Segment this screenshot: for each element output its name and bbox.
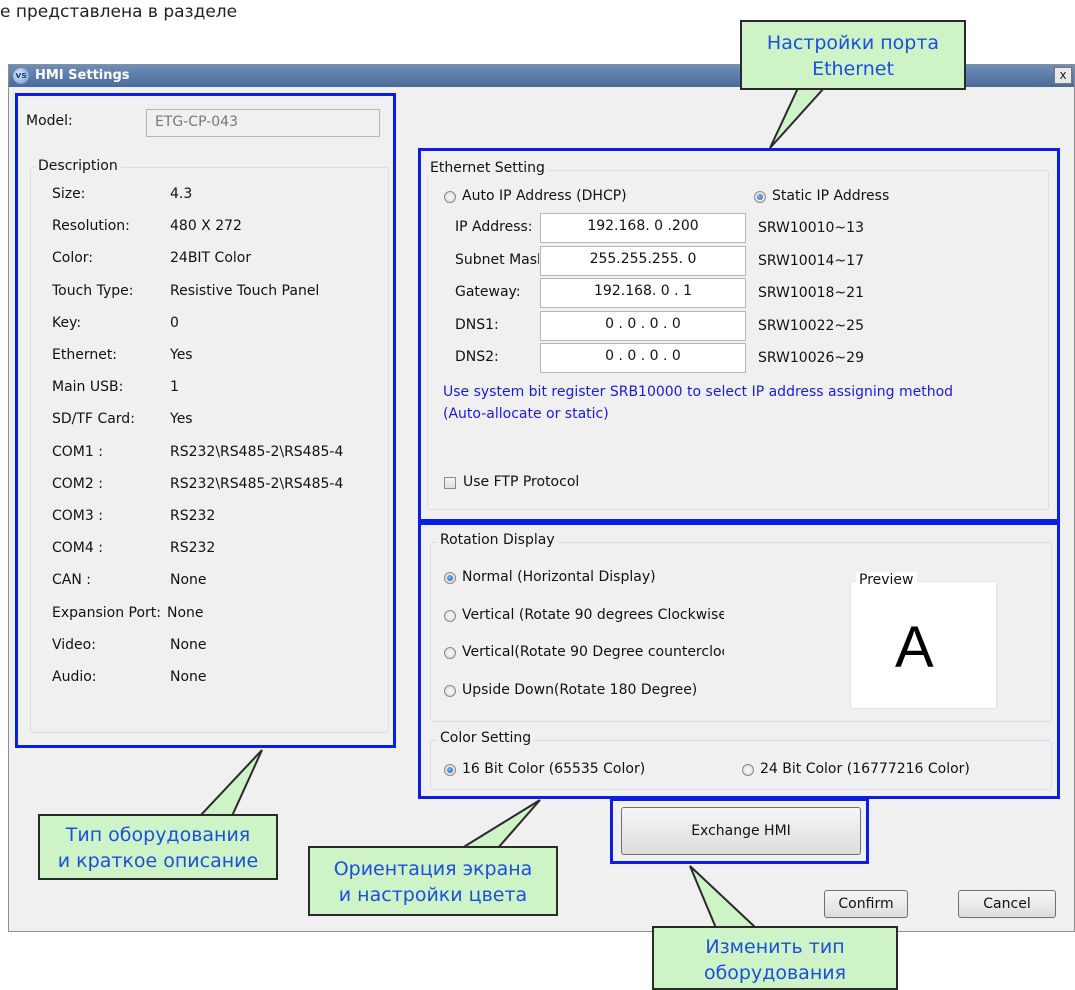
pointer-ethernet [769,87,827,149]
callout-change: Изменить тип оборудования [652,926,898,990]
callout-orientation-line1: Ориентация экрана [333,858,533,880]
callout-equipment: Тип оборудования и краткое описание [38,814,278,880]
callout-ethernet: Настройки порта Ethernet [740,20,966,90]
callout-ethernet-line1: Настройки порта [766,32,940,54]
callout-change-line1: Изменить тип [705,936,845,958]
callout-equipment-line1: Тип оборудования [65,824,251,846]
callout-orientation: Ориентация экрана и настройки цвета [308,846,558,916]
pointer-change [689,865,759,929]
callout-equipment-line2: и краткое описание [57,850,259,872]
callout-ethernet-line2: Ethernet [812,58,894,80]
pointer-orientation [458,799,541,849]
callout-orientation-line2: и настройки цвета [338,884,528,906]
pointer-equipment [197,749,263,817]
callout-change-line2: оборудования [703,962,847,984]
